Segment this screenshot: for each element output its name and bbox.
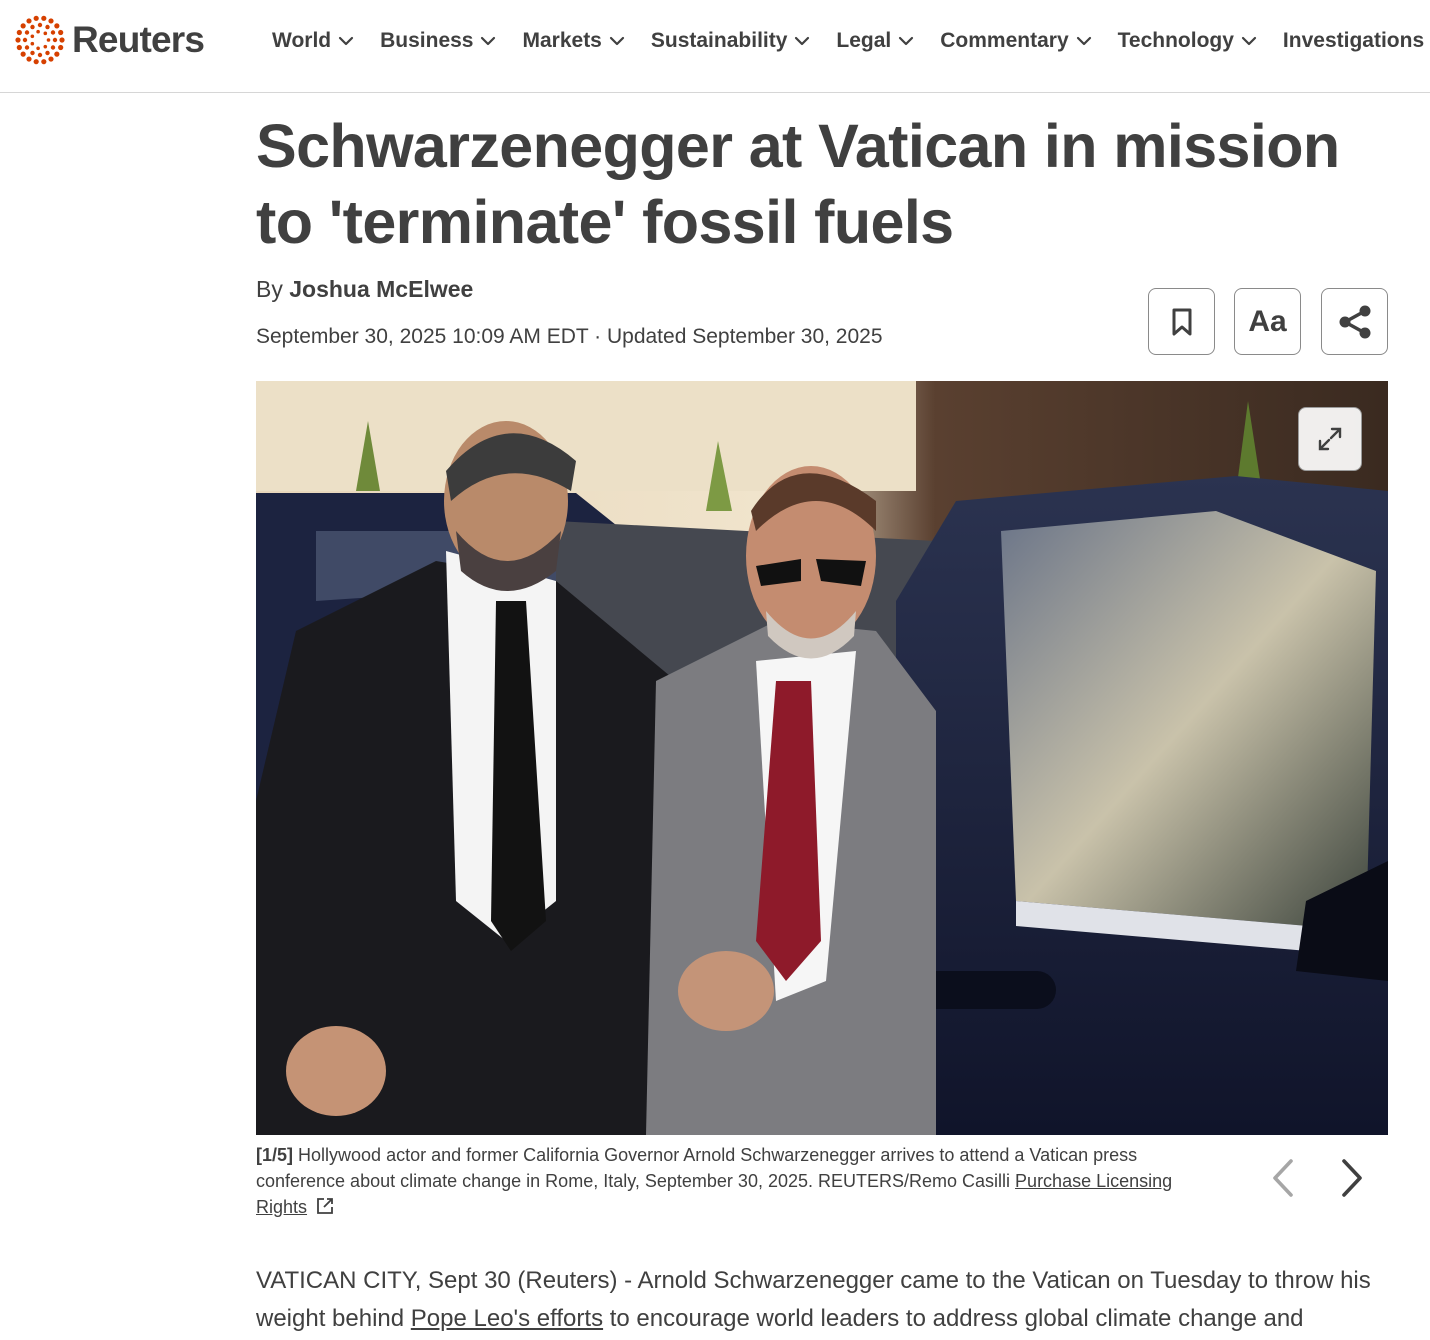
main-nav: World Business Markets Sustainability Legal C… [272,24,1430,58]
chevron-down-icon [339,36,354,46]
share-button[interactable] [1321,288,1388,355]
article-dateline: September 30, 2025 10:09 AM EDT · Update… [256,325,883,348]
bookmark-icon [1172,308,1191,335]
chevron-down-icon [899,36,914,46]
reuters-logo[interactable]: Reuters [14,14,205,66]
chevron-left-icon [1273,1159,1293,1197]
pope-leo-efforts-link[interactable]: Pope Leo's efforts [411,1305,603,1332]
expand-photo-button[interactable] [1298,407,1362,471]
photo-caption: [1/5] Hollywood actor and former Califor… [256,1142,1196,1220]
nav-item-label: Commentary [940,29,1069,52]
text-size-label: Aa [1248,304,1287,338]
author-link[interactable]: Joshua McElwee [289,276,473,302]
external-link-icon[interactable] [315,1196,335,1216]
share-icon [1339,305,1370,338]
article-headline: Schwarzenegger at Vatican in mission to … [256,112,1340,256]
reuters-logo-icon [15,15,65,65]
site-header: Reuters World Business Markets Sustainabili… [0,0,1430,93]
nav-item-business[interactable]: Business [380,29,496,53]
brand-name: Reuters [72,19,205,60]
nav-item-investigations[interactable]: Investigations [1283,29,1424,53]
expand-icon [1318,427,1342,451]
next-photo-button[interactable] [1330,1156,1374,1200]
bookmark-button[interactable] [1148,288,1215,355]
lead-photo[interactable] [256,381,1388,1135]
text-size-button[interactable]: Aa [1234,288,1301,355]
chevron-down-icon [481,36,496,46]
chevron-down-icon [1076,36,1091,46]
nav-item-label: Investigations [1282,29,1425,52]
nav-item-label: World [272,29,332,52]
nav-item-world[interactable]: World [272,29,354,53]
nav-item-commentary[interactable]: Commentary [940,29,1091,53]
chevron-down-icon [795,36,810,46]
nav-item-legal[interactable]: Legal [836,29,914,53]
caption-text: Hollywood actor and former California Go… [256,1145,1138,1191]
nav-item-label: Legal [836,29,892,52]
photo-image [256,381,1388,1135]
chevron-down-icon [609,36,624,46]
photo-counter: [1/5] [256,1145,294,1165]
nav-item-label: Technology [1117,29,1234,52]
nav-item-label: Markets [522,29,602,52]
nav-item-label: Sustainability [650,29,788,52]
nav-item-markets[interactable]: Markets [522,29,624,53]
nav-item-label: Business [380,29,474,52]
article-paragraph: VATICAN CITY, Sept 30 (Reuters) - Arnold… [256,1262,1396,1338]
byline: By Joshua McElwee [256,276,473,303]
chevron-down-icon [1241,36,1257,46]
paragraph-text-continued: to encourage world leaders to address gl… [609,1305,1304,1332]
nav-item-sustainability[interactable]: Sustainability [651,29,811,53]
byline-prefix: By [256,276,283,302]
nav-item-technology[interactable]: Technology [1118,29,1257,53]
previous-photo-button[interactable] [1261,1156,1305,1200]
chevron-right-icon [1342,1159,1362,1197]
